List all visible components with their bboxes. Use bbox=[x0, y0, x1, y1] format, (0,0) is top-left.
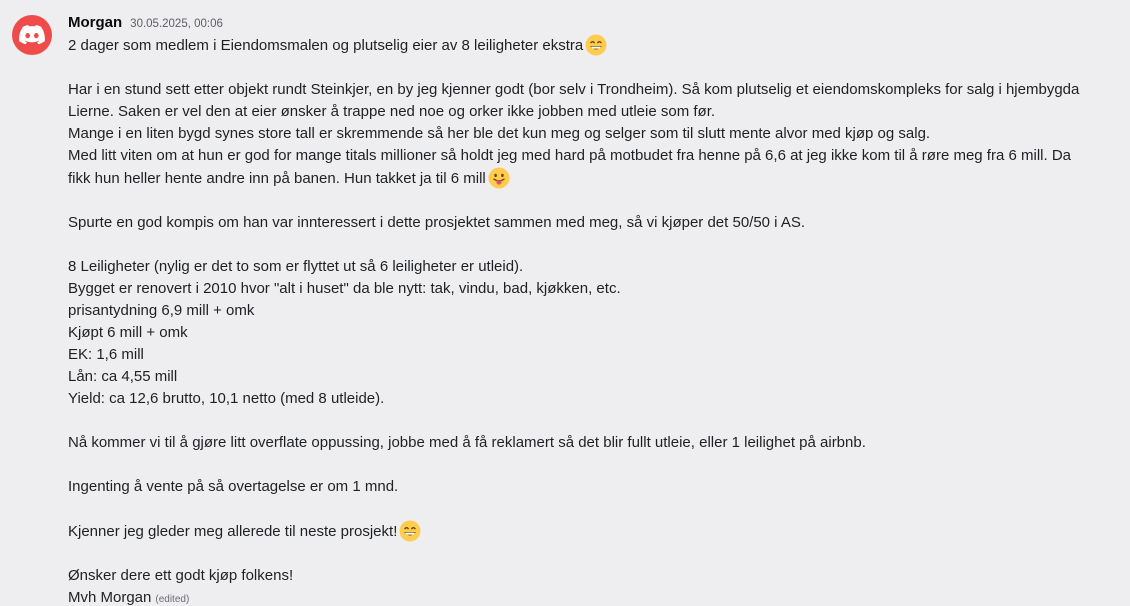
message-text: Kjenner jeg gleder meg allerede til nest… bbox=[68, 523, 398, 540]
face-with-tongue-icon bbox=[488, 167, 510, 189]
message-text: 8 Leiligheter (nylig er det to som er fl… bbox=[68, 258, 524, 275]
message-line: Spurte en god kompis om han var innteres… bbox=[68, 212, 1118, 234]
message-text: Har i en stund sett etter objekt rundt S… bbox=[68, 81, 1080, 98]
discord-logo-icon bbox=[19, 25, 45, 45]
message-header: Morgan 30.05.2025, 00:06 bbox=[68, 14, 1118, 34]
avatar[interactable] bbox=[12, 15, 52, 55]
message-line: Har i en stund sett etter objekt rundt S… bbox=[68, 79, 1118, 101]
message-text: 2 dager som medlem i Eiendomsmalen og pl… bbox=[68, 37, 584, 54]
message-line: fikk hun heller hente andre inn på banen… bbox=[68, 167, 1118, 190]
message-line: 2 dager som medlem i Eiendomsmalen og pl… bbox=[68, 34, 1118, 57]
message-line: Ønsker dere ett godt kjøp folkens! bbox=[68, 565, 1118, 587]
message-text: Yield: ca 12,6 brutto, 10,1 netto (med 8… bbox=[68, 390, 385, 407]
message-line: Kjenner jeg gleder meg allerede til nest… bbox=[68, 520, 1118, 543]
message-text: Mvh Morgan bbox=[68, 589, 152, 606]
message-line: Yield: ca 12,6 brutto, 10,1 netto (med 8… bbox=[68, 388, 1118, 410]
message-timestamp: 30.05.2025, 00:06 bbox=[130, 18, 223, 30]
message-line: Med litt viten om at hun er god for mang… bbox=[68, 145, 1118, 167]
message-content: Morgan 30.05.2025, 00:06 2 dager som med… bbox=[68, 14, 1118, 606]
message-text: Lån: ca 4,55 mill bbox=[68, 368, 178, 385]
grinning-face-with-smiling-eyes-icon bbox=[399, 520, 421, 542]
message-text: Lierne. Saken er vel den at eier ønsker … bbox=[68, 103, 716, 120]
message-text: EK: 1,6 mill bbox=[68, 346, 144, 363]
message-text: Spurte en god kompis om han var innteres… bbox=[68, 214, 806, 231]
message-line: prisantydning 6,9 mill + omk bbox=[68, 300, 1118, 322]
message-line: Bygget er renovert i 2010 hvor "alt i hu… bbox=[68, 278, 1118, 300]
chat-message: Morgan 30.05.2025, 00:06 2 dager som med… bbox=[0, 0, 1130, 606]
message-line: Lierne. Saken er vel den at eier ønsker … bbox=[68, 101, 1118, 123]
message-text: prisantydning 6,9 mill + omk bbox=[68, 302, 255, 319]
message-line: Ingenting å vente på så overtagelse er o… bbox=[68, 476, 1118, 498]
message-text: Kjøpt 6 mill + omk bbox=[68, 324, 188, 341]
author-name[interactable]: Morgan bbox=[68, 14, 122, 31]
message-text: Med litt viten om at hun er god for mang… bbox=[68, 147, 1071, 164]
message-text: Ingenting å vente på så overtagelse er o… bbox=[68, 478, 399, 495]
message-line: Nå kommer vi til å gjøre litt overflate … bbox=[68, 432, 1118, 454]
message-line: Lån: ca 4,55 mill bbox=[68, 366, 1118, 388]
message-line: Mvh Morgan (edited) bbox=[68, 587, 1118, 606]
message-text: Ønsker dere ett godt kjøp folkens! bbox=[68, 567, 294, 584]
message-line: 8 Leiligheter (nylig er det to som er fl… bbox=[68, 256, 1118, 278]
message-text: Bygget er renovert i 2010 hvor "alt i hu… bbox=[68, 280, 621, 297]
message-line: EK: 1,6 mill bbox=[68, 344, 1118, 366]
message-text: Nå kommer vi til å gjøre litt overflate … bbox=[68, 434, 866, 451]
message-line: Mange i en liten bygd synes store tall e… bbox=[68, 123, 1118, 145]
grinning-face-with-smiling-eyes-icon bbox=[585, 34, 607, 56]
message-line: Kjøpt 6 mill + omk bbox=[68, 322, 1118, 344]
message-text: Mange i en liten bygd synes store tall e… bbox=[68, 125, 931, 142]
message-body: 2 dager som medlem i Eiendomsmalen og pl… bbox=[68, 34, 1118, 606]
message-text: fikk hun heller hente andre inn på banen… bbox=[68, 170, 486, 187]
edited-label: (edited) bbox=[155, 594, 190, 605]
